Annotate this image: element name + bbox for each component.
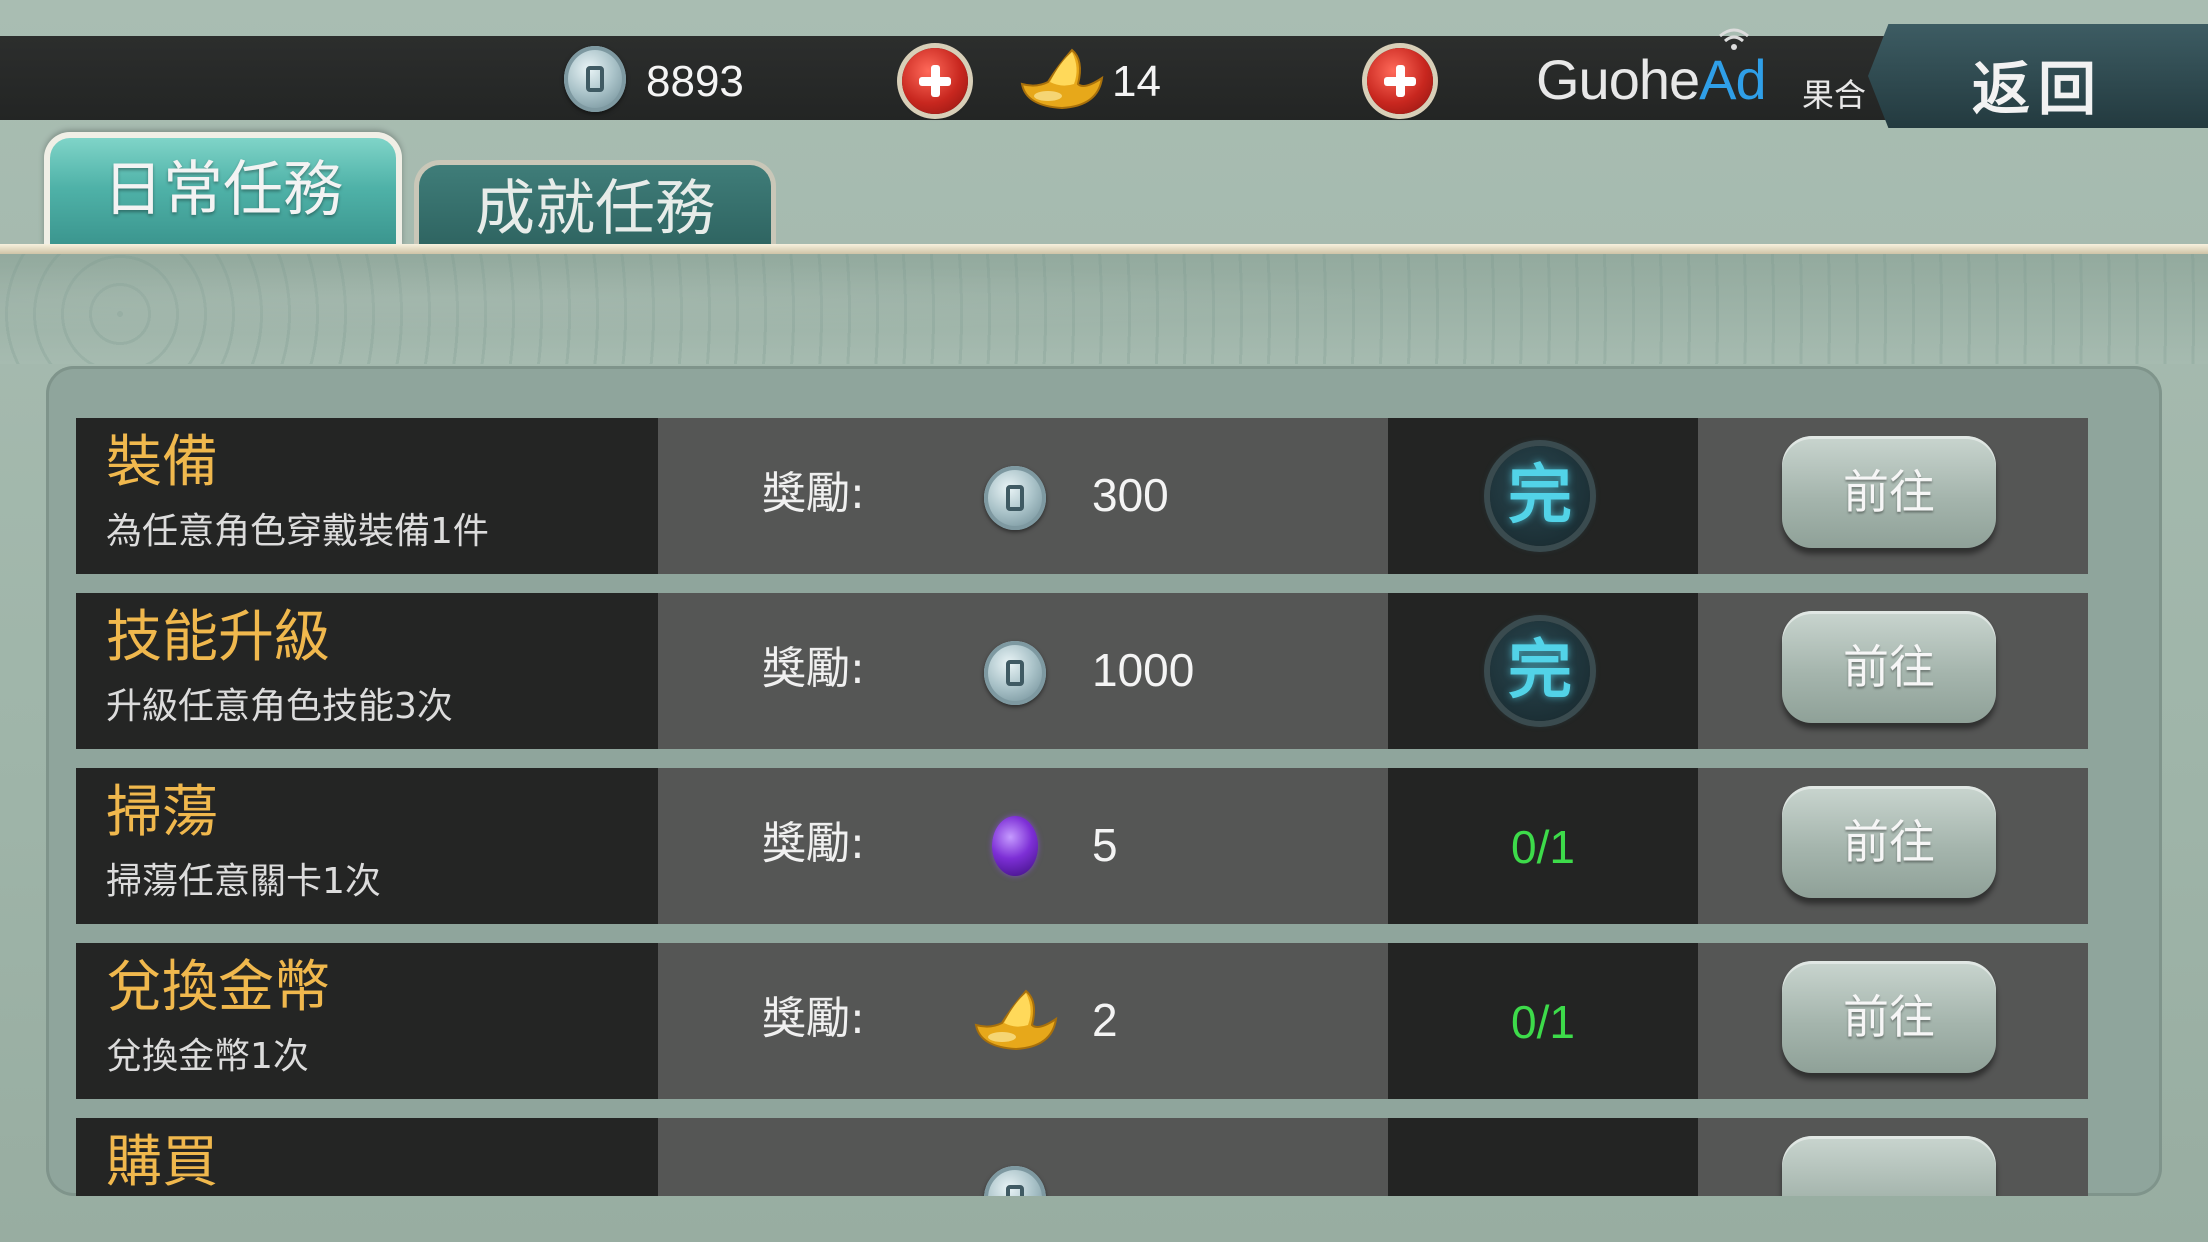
tab-achievement-tasks[interactable]: 成就任務	[414, 160, 776, 250]
go-button[interactable]: 前往	[1782, 961, 1996, 1073]
decorative-pattern	[0, 254, 2208, 364]
task-action	[1698, 1118, 2088, 1196]
task-description: 兌換金幣1次	[106, 1036, 309, 1077]
task-status: 完	[1388, 593, 1698, 749]
task-list-panel[interactable]: 裝備 為任意角色穿戴裝備1件 獎勵: 300 完 前往 技能升級 升級任意角色技…	[46, 366, 2162, 1196]
task-row: 裝備 為任意角色穿戴裝備1件 獎勵: 300 完 前往	[76, 418, 2088, 574]
task-title: 技能升級	[106, 605, 330, 670]
coin-icon	[564, 46, 626, 112]
coin-amount: 8893	[646, 57, 744, 106]
task-info: 兌換金幣 兌換金幣1次	[76, 943, 658, 1099]
reward-label: 獎勵:	[762, 468, 865, 519]
task-progress: 0/1	[1511, 996, 1575, 1048]
task-description: 升級任意角色技能3次	[106, 686, 453, 727]
completed-badge-icon: 完	[1490, 621, 1590, 721]
tab-label: 成就任務	[475, 174, 715, 244]
task-row: 購買	[76, 1118, 2088, 1196]
tab-divider	[0, 244, 2208, 254]
task-row: 掃蕩 掃蕩任意關卡1次 獎勵: 5 0/1 前往	[76, 768, 2088, 924]
task-info: 裝備 為任意角色穿戴裝備1件	[76, 418, 658, 574]
coin-icon	[984, 1166, 1046, 1196]
task-progress: 0/1	[1511, 821, 1575, 873]
completed-badge-icon: 完	[1490, 446, 1590, 546]
task-action: 前往	[1698, 418, 2088, 574]
task-row: 技能升級 升級任意角色技能3次 獎勵: 1000 完 前往	[76, 593, 2088, 749]
task-title: 兌換金幣	[106, 955, 330, 1020]
task-status: 0/1	[1388, 768, 1698, 924]
go-button[interactable]	[1782, 1136, 1996, 1196]
task-description: 掃蕩任意關卡1次	[106, 861, 381, 902]
tab-label: 日常任務	[103, 155, 343, 225]
gem-icon	[992, 816, 1038, 876]
back-button[interactable]: 返回	[1868, 24, 2208, 128]
task-action: 前往	[1698, 943, 2088, 1099]
task-reward	[658, 1118, 1388, 1196]
task-status: 完	[1388, 418, 1698, 574]
reward-amount: 300	[1092, 469, 1169, 521]
task-status: 0/1	[1388, 943, 1698, 1099]
task-reward: 獎勵: 5	[658, 768, 1388, 924]
task-info: 掃蕩 掃蕩任意關卡1次	[76, 768, 658, 924]
reward-amount: 2	[1092, 994, 1118, 1046]
task-action: 前往	[1698, 768, 2088, 924]
task-info: 技能升級 升級任意角色技能3次	[76, 593, 658, 749]
task-description: 為任意角色穿戴裝備1件	[106, 511, 489, 552]
go-button[interactable]: 前往	[1782, 611, 1996, 723]
reward-amount: 1000	[1092, 644, 1195, 696]
coin-icon	[984, 466, 1046, 530]
reward-label: 獎勵:	[762, 818, 865, 869]
coin-icon	[984, 641, 1046, 705]
go-button[interactable]: 前往	[1782, 786, 1996, 898]
gold-ingot-icon	[1020, 48, 1104, 110]
go-button[interactable]: 前往	[1782, 436, 1996, 548]
add-gold-button[interactable]	[1367, 48, 1433, 114]
reward-amount: 5	[1092, 819, 1118, 871]
task-reward: 獎勵: 300	[658, 418, 1388, 574]
add-coins-button[interactable]	[902, 48, 968, 114]
back-button-label: 返回	[1971, 55, 2104, 123]
guohe-ad-logo-cn: 果合	[1802, 76, 1867, 114]
tab-daily-tasks[interactable]: 日常任務	[44, 132, 402, 248]
task-action: 前往	[1698, 593, 2088, 749]
task-row: 兌換金幣 兌換金幣1次 獎勵: 2 0/1 前往	[76, 943, 2088, 1099]
guohe-ad-logo: GuoheAd	[1536, 48, 1767, 111]
task-reward: 獎勵: 2	[658, 943, 1388, 1099]
gold-amount: 14	[1112, 57, 1161, 106]
task-status	[1388, 1118, 1698, 1196]
task-title: 掃蕩	[106, 780, 218, 845]
task-info: 購買	[76, 1118, 658, 1196]
reward-label: 獎勵:	[762, 993, 865, 1044]
reward-label: 獎勵:	[762, 643, 865, 694]
task-title: 購買	[106, 1130, 218, 1195]
gold-ingot-icon	[974, 989, 1058, 1051]
task-title: 裝備	[106, 430, 218, 495]
task-reward: 獎勵: 1000	[658, 593, 1388, 749]
